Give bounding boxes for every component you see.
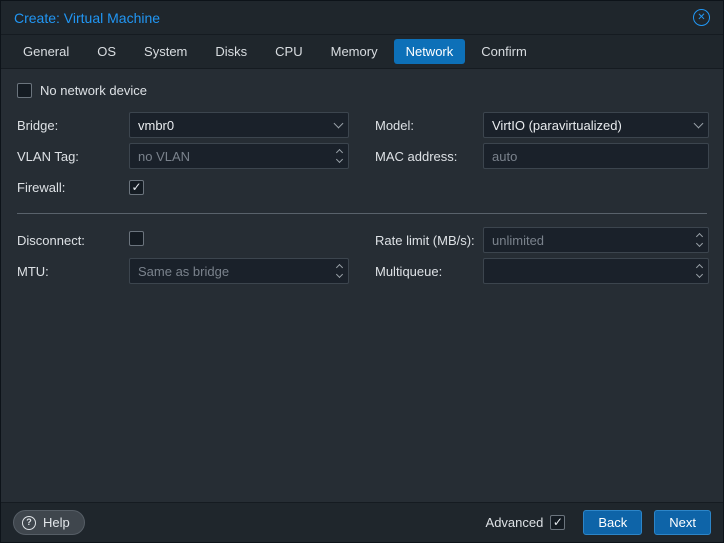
tab-os[interactable]: OS bbox=[85, 39, 128, 64]
chevron-down-icon[interactable] bbox=[694, 119, 704, 129]
spinner-down-icon[interactable] bbox=[696, 271, 703, 278]
no-network-device-row: No network device bbox=[17, 83, 707, 98]
mac-address-label: MAC address: bbox=[375, 149, 483, 164]
bridge-value[interactable] bbox=[138, 118, 329, 133]
spinner-icons bbox=[337, 265, 342, 277]
tab-network[interactable]: Network bbox=[394, 39, 466, 64]
help-label: Help bbox=[43, 515, 70, 530]
multiqueue-spinner[interactable] bbox=[483, 258, 709, 284]
rate-limit-spinner[interactable] bbox=[483, 227, 709, 253]
spinner-down-icon[interactable] bbox=[336, 271, 343, 278]
spinner-down-icon[interactable] bbox=[336, 156, 343, 163]
help-icon: ? bbox=[22, 516, 36, 530]
advanced-group: Advanced bbox=[486, 515, 566, 530]
mtu-label: MTU: bbox=[17, 264, 129, 279]
advanced-checkbox[interactable] bbox=[550, 515, 565, 530]
rate-limit-label: Rate limit (MB/s): bbox=[375, 233, 483, 248]
network-form: No network device Bridge: Model: VLAN Ta… bbox=[1, 69, 723, 502]
create-vm-dialog: Create: Virtual Machine ✕ General OS Sys… bbox=[0, 0, 724, 543]
firewall-label: Firewall: bbox=[17, 180, 129, 195]
tab-memory[interactable]: Memory bbox=[319, 39, 390, 64]
section-divider bbox=[17, 213, 707, 214]
titlebar: Create: Virtual Machine ✕ bbox=[1, 1, 723, 35]
help-button[interactable]: ? Help bbox=[13, 510, 85, 535]
footer-actions: Advanced Back Next bbox=[486, 510, 711, 535]
vlan-tag-spinner[interactable] bbox=[129, 143, 349, 169]
close-icon[interactable]: ✕ bbox=[693, 9, 710, 26]
model-select[interactable] bbox=[483, 112, 709, 138]
lower-field-grid: Disconnect: Rate limit (MB/s): MTU: bbox=[17, 227, 707, 284]
disconnect-checkbox[interactable] bbox=[129, 231, 144, 246]
tab-system[interactable]: System bbox=[132, 39, 199, 64]
next-button[interactable]: Next bbox=[654, 510, 711, 535]
spinner-icons bbox=[697, 234, 702, 246]
rate-limit-input[interactable] bbox=[492, 233, 691, 248]
advanced-label: Advanced bbox=[486, 515, 544, 530]
spinner-icons bbox=[337, 150, 342, 162]
tab-disks[interactable]: Disks bbox=[203, 39, 259, 64]
bridge-select[interactable] bbox=[129, 112, 349, 138]
back-button[interactable]: Back bbox=[583, 510, 642, 535]
multiqueue-input[interactable] bbox=[492, 264, 691, 279]
upper-field-grid: Bridge: Model: VLAN Tag: MAC addr bbox=[17, 112, 707, 200]
mtu-input[interactable] bbox=[138, 264, 331, 279]
spinner-icons bbox=[697, 265, 702, 277]
vlan-tag-input[interactable] bbox=[138, 149, 331, 164]
disconnect-label: Disconnect: bbox=[17, 233, 129, 248]
model-value[interactable] bbox=[492, 118, 689, 133]
footer-bar: ? Help Advanced Back Next bbox=[1, 502, 723, 542]
spinner-down-icon[interactable] bbox=[696, 240, 703, 247]
bridge-label: Bridge: bbox=[17, 118, 129, 133]
dialog-title: Create: Virtual Machine bbox=[14, 10, 160, 26]
no-network-device-checkbox[interactable] bbox=[17, 83, 32, 98]
firewall-checkbox[interactable] bbox=[129, 180, 144, 195]
tab-general[interactable]: General bbox=[11, 39, 81, 64]
vlan-tag-label: VLAN Tag: bbox=[17, 149, 129, 164]
model-label: Model: bbox=[375, 118, 483, 133]
chevron-down-icon[interactable] bbox=[334, 119, 344, 129]
mac-address-field[interactable] bbox=[483, 143, 709, 169]
multiqueue-label: Multiqueue: bbox=[375, 264, 483, 279]
tab-cpu[interactable]: CPU bbox=[263, 39, 314, 64]
no-network-device-label: No network device bbox=[40, 83, 147, 98]
mtu-spinner[interactable] bbox=[129, 258, 349, 284]
tab-bar: General OS System Disks CPU Memory Netwo… bbox=[1, 35, 723, 69]
tab-confirm[interactable]: Confirm bbox=[469, 39, 539, 64]
mac-address-input[interactable] bbox=[492, 149, 702, 164]
